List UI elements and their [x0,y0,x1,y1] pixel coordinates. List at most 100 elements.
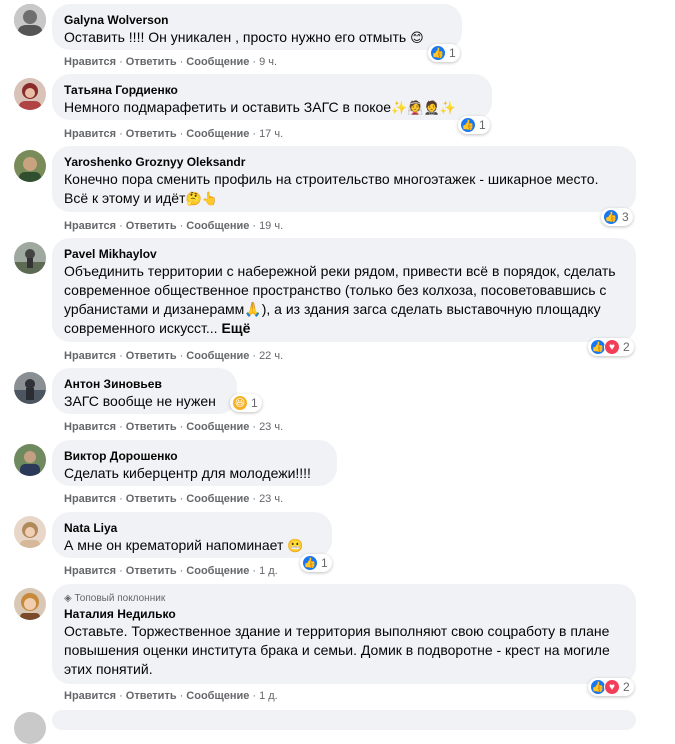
message-button[interactable]: Сообщение [186,565,249,577]
separator: · [252,493,257,505]
separator: · [179,421,184,433]
message-button[interactable]: Сообщение [186,56,249,68]
reaction-summary[interactable]: 👍 ♥ 2 [588,678,634,696]
comment-bubble [52,710,636,730]
avatar[interactable] [14,372,46,404]
comment-text: Сделать киберцентр для молодежи!!!! [64,465,311,481]
comment-author[interactable]: Galyna Wolverson [64,12,450,28]
message-button[interactable]: Сообщение [186,128,249,140]
like-button[interactable]: Нравится [64,350,116,362]
avatar[interactable] [14,78,46,110]
separator: · [179,565,184,577]
emoji: 😊 [410,30,424,45]
separator: · [179,350,184,362]
like-button[interactable]: Нравится [64,421,116,433]
like-button[interactable]: Нравится [64,690,116,702]
separator: · [119,220,123,232]
reaction-summary[interactable]: 👍 1 [458,116,490,134]
reply-button[interactable]: Ответить [126,128,177,140]
badge-label: Топовый поклонник [74,593,166,604]
timestamp[interactable]: 23 ч. [259,421,283,433]
comment-bubble: ◈ Топовый поклонник Наталия Недилько Ост… [52,584,636,684]
comment-text: Конечно пора сменить профиль на строител… [64,170,624,208]
avatar-photo [14,372,46,404]
reaction-count: 3 [622,210,629,224]
reply-button[interactable]: Ответить [126,421,177,433]
emoji: ✨👰🤵✨ [391,100,456,115]
reply-button[interactable]: Ответить [126,493,177,505]
reply-button[interactable]: Ответить [126,56,177,68]
like-reaction-icon: 👍 [603,209,619,225]
comment-author[interactable]: Наталия Недилько [64,606,624,622]
timestamp[interactable]: 1 д. [259,690,278,702]
message-button[interactable]: Сообщение [186,350,249,362]
comment-actions: Нравится · Ответить · Сообщение · 17 ч. [64,127,283,141]
like-reaction-icon: 👍 [302,555,318,571]
timestamp[interactable]: 17 ч. [259,128,283,140]
reaction-count: 1 [321,556,328,570]
comment-actions: Нравится · Ответить · Сообщение · 1 д. [64,564,278,578]
comment-author[interactable]: Pavel Mikhaylov [64,246,624,262]
timestamp[interactable]: 22 ч. [259,350,283,362]
message-button[interactable]: Сообщение [186,690,249,702]
reaction-count: 1 [251,396,258,410]
like-button[interactable]: Нравится [64,493,116,505]
avatar[interactable] [14,516,46,548]
comment-author[interactable]: Антон Зиновьев [64,376,225,392]
reaction-summary[interactable]: 👍 1 [428,44,460,62]
separator: · [252,565,257,577]
like-button[interactable]: Нравится [64,56,116,68]
message-button[interactable]: Сообщение [186,493,249,505]
emoji: 🤔👆 [185,191,218,206]
like-button[interactable]: Нравится [64,565,116,577]
comment-bubble: Антон Зиновьев ЗАГС вообще не нужен [52,368,237,414]
comment-text: Оставить !!!! Он уникален , просто нужно… [64,28,450,47]
comment-actions: Нравится · Ответить · Сообщение · 23 ч. [64,492,283,506]
comment-actions: Нравится · Ответить · Сообщение · 1 д. [64,689,278,703]
comment-bubble: Galyna Wolverson Оставить !!!! Он уникал… [52,4,462,50]
avatar[interactable] [14,4,46,36]
reply-button[interactable]: Ответить [126,220,177,232]
reply-button[interactable]: Ответить [126,350,177,362]
comment-author[interactable]: Yaroshenko Groznyy Oleksandr [64,154,624,170]
separator: · [119,565,123,577]
avatar[interactable] [14,588,46,620]
reaction-count: 2 [623,340,630,354]
separator: · [179,690,184,702]
message-button[interactable]: Сообщение [186,421,249,433]
reply-button[interactable]: Ответить [126,565,177,577]
avatar[interactable] [14,444,46,476]
reaction-summary[interactable]: 👍 ♥ 2 [588,338,634,356]
message-button[interactable]: Сообщение [186,220,249,232]
reaction-count: 2 [623,680,630,694]
diamond-icon: ◈ [64,593,72,604]
love-reaction-icon: ♥ [604,679,620,695]
comment-bubble: Татьяна Гордиенко Немного подмарафетить … [52,74,492,120]
reaction-count: 1 [479,118,486,132]
avatar[interactable] [14,242,46,274]
avatar-photo [14,444,46,476]
comment-text-body: Немного подмарафетить и оставить ЗАГС в … [64,99,392,115]
like-button[interactable]: Нравится [64,128,116,140]
like-reaction-icon: 👍 [430,45,446,61]
comment-author[interactable]: Виктор Дорошенко [64,448,325,464]
comment-author[interactable]: Nata Liya [64,520,320,536]
separator: · [252,128,257,140]
comment-author[interactable]: Татьяна Гордиенко [64,82,480,98]
avatar-photo [14,150,46,182]
reaction-summary[interactable]: 👍 1 [300,554,332,572]
timestamp[interactable]: 19 ч. [259,220,283,232]
avatar[interactable] [14,150,46,182]
timestamp[interactable]: 9 ч. [259,56,277,68]
separator: · [252,350,257,362]
separator: · [119,350,123,362]
timestamp[interactable]: 23 ч. [259,493,283,505]
like-button[interactable]: Нравится [64,220,116,232]
see-more-link[interactable]: Ещё [221,320,250,336]
comment-text: ЗАГС вообще не нужен [64,393,216,409]
reaction-summary[interactable]: 👍 3 [601,208,633,226]
timestamp[interactable]: 1 д. [259,565,278,577]
reply-button[interactable]: Ответить [126,690,177,702]
avatar-photo [14,78,46,110]
reaction-summary[interactable]: 😆 1 [230,394,262,412]
